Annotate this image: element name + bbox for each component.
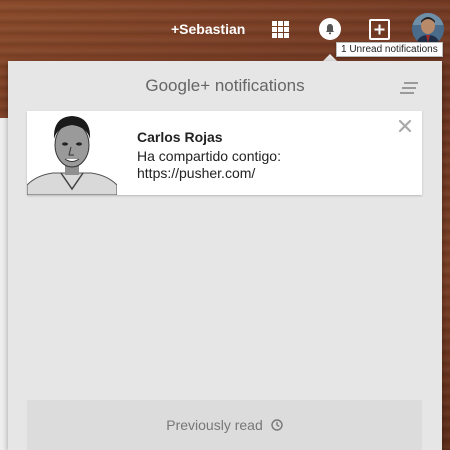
bell-icon <box>326 24 334 35</box>
clock-icon <box>271 419 283 431</box>
profile-photo <box>412 13 444 45</box>
profile-name-link[interactable]: +Sebastian <box>171 21 245 37</box>
panel-caret <box>323 54 337 61</box>
notification-author[interactable]: Carlos Rojas <box>137 129 223 145</box>
plus-icon <box>374 24 385 35</box>
notifications-tooltip: 1 Unread notifications <box>336 42 443 57</box>
panel-title: Google+ notifications <box>145 76 305 95</box>
notification-card[interactable]: Carlos Rojas Ha compartido contigo: http… <box>27 111 422 195</box>
notification-avatar <box>27 111 117 195</box>
previously-read-label: Previously read <box>166 417 263 433</box>
notification-text: Ha compartido contigo: <box>137 148 281 164</box>
notifications-panel: Google+ notifications Carlos Rojas Ha co… <box>8 61 442 450</box>
apps-grid-icon[interactable] <box>272 21 289 38</box>
share-plus-icon[interactable] <box>369 19 390 40</box>
notification-link[interactable]: https://pusher.com/ <box>137 165 255 181</box>
top-bar: +Sebastian 1 Unread notifications <box>0 0 450 60</box>
close-icon[interactable] <box>398 119 412 133</box>
notifications-button[interactable] <box>319 18 341 40</box>
menu-lines-icon[interactable] <box>400 82 418 94</box>
sketch-portrait <box>27 111 117 195</box>
previously-read-button[interactable]: Previously read <box>27 400 422 450</box>
avatar[interactable] <box>412 13 444 45</box>
